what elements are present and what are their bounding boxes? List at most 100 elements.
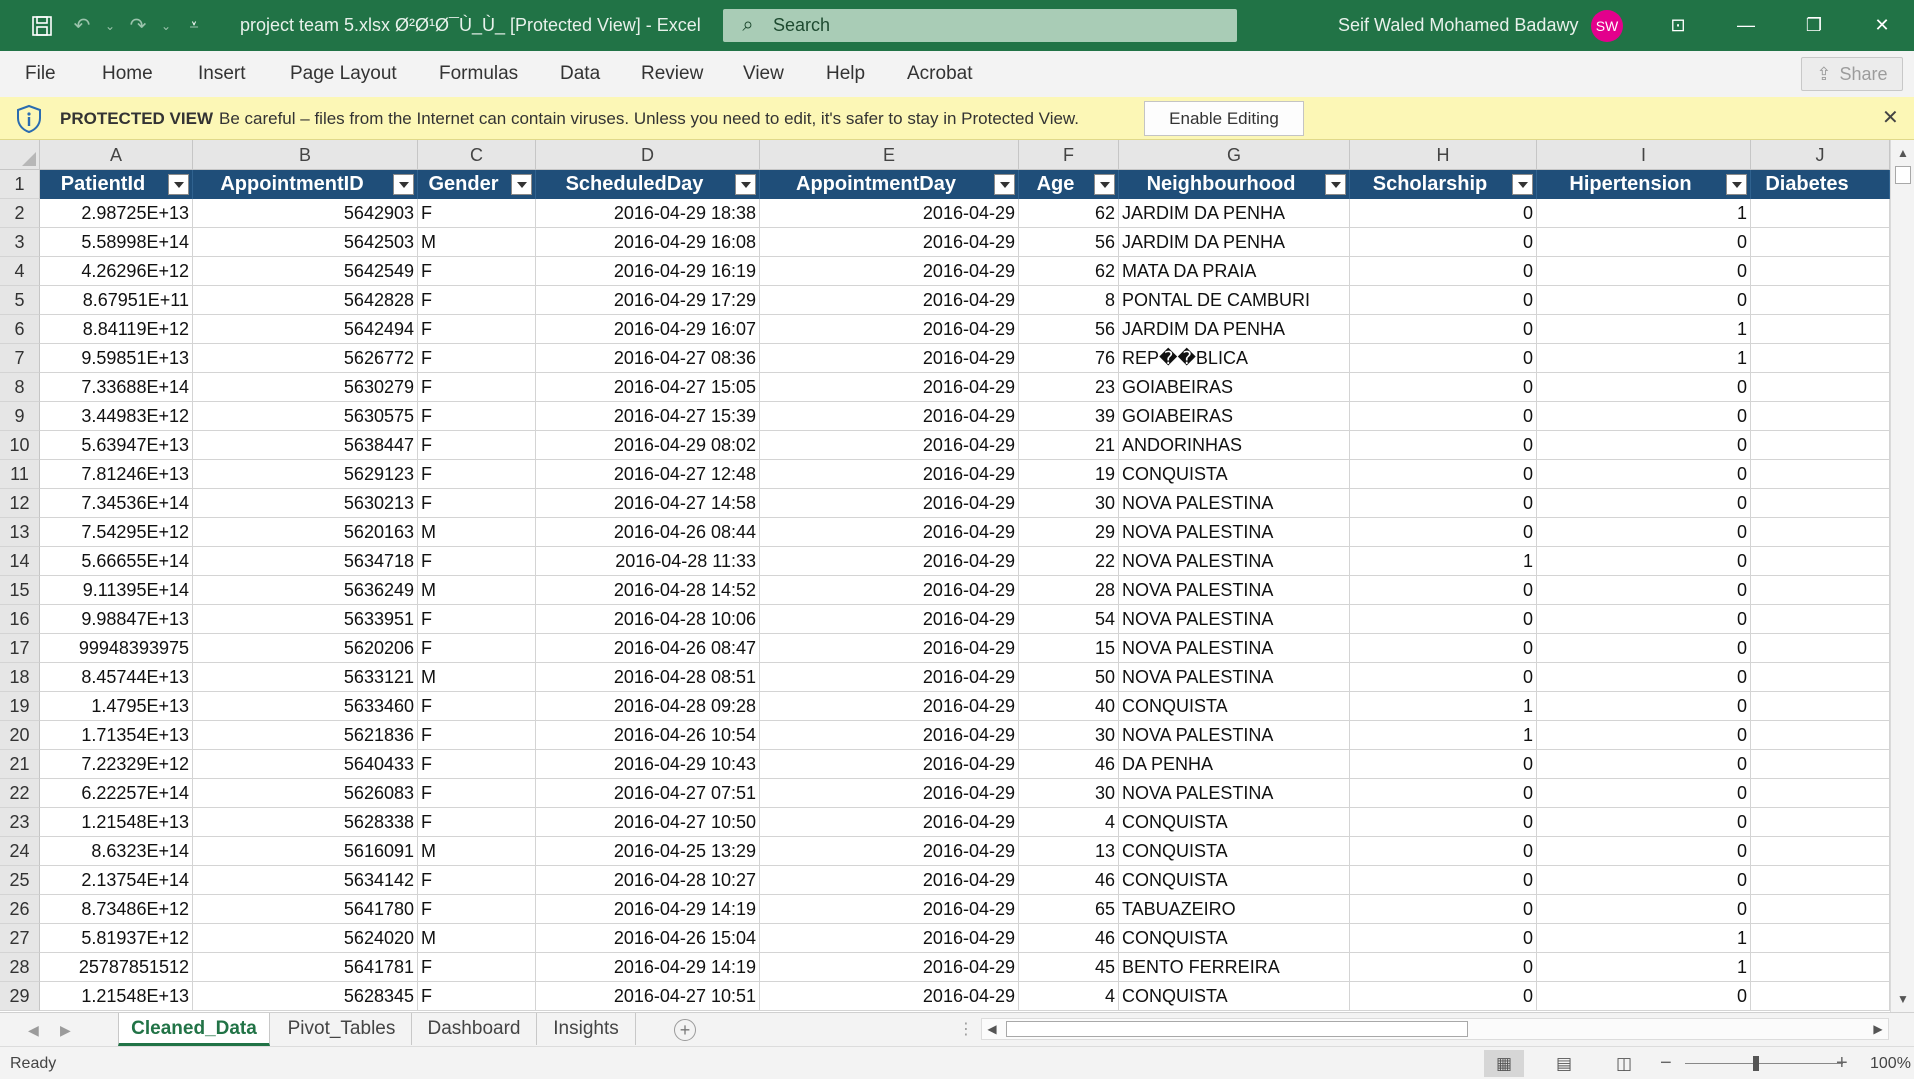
filter-dropdown-icon[interactable] — [168, 174, 189, 195]
cell[interactable]: 2016-04-29 — [760, 721, 1019, 750]
cell[interactable]: 2016-04-29 — [760, 344, 1019, 373]
table-header-cell[interactable]: Hipertension — [1537, 170, 1751, 199]
cell[interactable]: 2016-04-28 11:33 — [536, 547, 760, 576]
undo-dropdown-icon[interactable]: ⌄ — [102, 0, 118, 51]
search-box[interactable]: ⌕ Search — [723, 9, 1237, 42]
horizontal-scrollbar[interactable]: ◀ ▶ — [981, 1018, 1889, 1040]
cell[interactable]: 5616091 — [193, 837, 418, 866]
user-name[interactable]: Seif Waled Mohamed Badawy — [1338, 0, 1578, 51]
cell[interactable]: 30 — [1019, 489, 1119, 518]
cell[interactable]: 5633121 — [193, 663, 418, 692]
zoom-out-icon[interactable]: − — [1660, 1047, 1672, 1080]
cell[interactable]: 1 — [1350, 721, 1537, 750]
cell[interactable]: 99948393975 — [40, 634, 193, 663]
row-header[interactable]: 22 — [0, 779, 40, 808]
cell[interactable]: 0 — [1350, 605, 1537, 634]
cell[interactable] — [1751, 547, 1890, 576]
cell[interactable]: 62 — [1019, 199, 1119, 228]
cell[interactable]: REP��BLICA — [1119, 344, 1350, 373]
sheet-tab-pivot-tables[interactable]: Pivot_Tables — [272, 1013, 412, 1045]
cell[interactable]: 0 — [1350, 982, 1537, 1011]
cell[interactable]: 22 — [1019, 547, 1119, 576]
cell[interactable]: 5642903 — [193, 199, 418, 228]
row-header[interactable]: 8 — [0, 373, 40, 402]
table-header-cell[interactable]: Neighbourhood — [1119, 170, 1350, 199]
cell[interactable]: GOIABEIRAS — [1119, 402, 1350, 431]
cell[interactable]: 0 — [1537, 257, 1751, 286]
cell[interactable]: 0 — [1537, 808, 1751, 837]
cell[interactable] — [1751, 315, 1890, 344]
cell[interactable]: 0 — [1350, 460, 1537, 489]
cell[interactable]: F — [418, 402, 536, 431]
restore-icon[interactable]: ❐ — [1786, 0, 1842, 51]
cell[interactable]: 2016-04-29 — [760, 431, 1019, 460]
cell[interactable]: NOVA PALESTINA — [1119, 721, 1350, 750]
cell[interactable]: 40 — [1019, 692, 1119, 721]
cell[interactable]: 2016-04-29 — [760, 257, 1019, 286]
filter-dropdown-icon[interactable] — [735, 174, 756, 195]
zoom-slider[interactable] — [1685, 1063, 1843, 1064]
cell[interactable]: NOVA PALESTINA — [1119, 605, 1350, 634]
cell[interactable]: ANDORINHAS — [1119, 431, 1350, 460]
cell[interactable]: JARDIM DA PENHA — [1119, 315, 1350, 344]
cell[interactable]: 2016-04-29 — [760, 663, 1019, 692]
table-header-cell[interactable]: ScheduledDay — [536, 170, 760, 199]
cell[interactable]: 5630575 — [193, 402, 418, 431]
cell[interactable]: 0 — [1537, 663, 1751, 692]
zoom-in-icon[interactable]: + — [1836, 1047, 1848, 1080]
cell[interactable] — [1751, 953, 1890, 982]
column-header[interactable]: D — [536, 140, 760, 170]
column-header[interactable]: F — [1019, 140, 1119, 170]
cell[interactable]: 23 — [1019, 373, 1119, 402]
cell[interactable]: 5641781 — [193, 953, 418, 982]
cell[interactable]: 46 — [1019, 924, 1119, 953]
column-header[interactable]: I — [1537, 140, 1751, 170]
cell[interactable]: 7.54295E+12 — [40, 518, 193, 547]
cell[interactable]: M — [418, 228, 536, 257]
cell[interactable] — [1751, 518, 1890, 547]
filter-dropdown-icon[interactable] — [1325, 174, 1346, 195]
cell[interactable]: NOVA PALESTINA — [1119, 518, 1350, 547]
sheet-tab-insights[interactable]: Insights — [537, 1013, 636, 1045]
cell[interactable]: 2016-04-27 10:50 — [536, 808, 760, 837]
cell[interactable]: 1.71354E+13 — [40, 721, 193, 750]
add-sheet-icon[interactable]: + — [674, 1019, 696, 1041]
column-header[interactable]: E — [760, 140, 1019, 170]
cell[interactable]: 76 — [1019, 344, 1119, 373]
row-header[interactable]: 18 — [0, 663, 40, 692]
cell[interactable]: 1.21548E+13 — [40, 808, 193, 837]
scroll-thumb[interactable] — [1895, 166, 1911, 184]
cell[interactable]: M — [418, 663, 536, 692]
column-header[interactable]: B — [193, 140, 418, 170]
cell[interactable] — [1751, 286, 1890, 315]
cell[interactable]: 1 — [1537, 344, 1751, 373]
tab-acrobat[interactable]: Acrobat — [907, 51, 972, 97]
cell[interactable]: CONQUISTA — [1119, 837, 1350, 866]
cell[interactable]: 13 — [1019, 837, 1119, 866]
cell[interactable]: 2016-04-29 — [760, 489, 1019, 518]
cell[interactable]: 1 — [1537, 953, 1751, 982]
cell[interactable]: 8.45744E+13 — [40, 663, 193, 692]
cell[interactable]: 5642549 — [193, 257, 418, 286]
sheet-tab-dashboard[interactable]: Dashboard — [412, 1013, 537, 1045]
cell[interactable]: 2016-04-29 16:08 — [536, 228, 760, 257]
cell[interactable]: DA PENHA — [1119, 750, 1350, 779]
table-header-cell[interactable]: PatientId — [40, 170, 193, 199]
cell[interactable]: F — [418, 199, 536, 228]
vertical-scrollbar[interactable]: ▲ ▼ — [1890, 140, 1914, 1012]
cell[interactable]: 0 — [1350, 953, 1537, 982]
cell[interactable]: 5636249 — [193, 576, 418, 605]
row-header[interactable]: 12 — [0, 489, 40, 518]
cell[interactable] — [1751, 895, 1890, 924]
cell[interactable]: 2016-04-29 — [760, 866, 1019, 895]
ribbon-display-options-icon[interactable]: ⊡ — [1650, 0, 1706, 51]
cell[interactable]: 0 — [1350, 489, 1537, 518]
cell[interactable]: M — [418, 576, 536, 605]
sheet-tab-cleaned-data[interactable]: Cleaned_Data — [118, 1013, 270, 1046]
cell[interactable] — [1751, 750, 1890, 779]
column-header[interactable]: G — [1119, 140, 1350, 170]
cell[interactable]: 50 — [1019, 663, 1119, 692]
cell[interactable]: 2016-04-29 17:29 — [536, 286, 760, 315]
cell[interactable]: 2016-04-26 10:54 — [536, 721, 760, 750]
cell[interactable]: JARDIM DA PENHA — [1119, 228, 1350, 257]
